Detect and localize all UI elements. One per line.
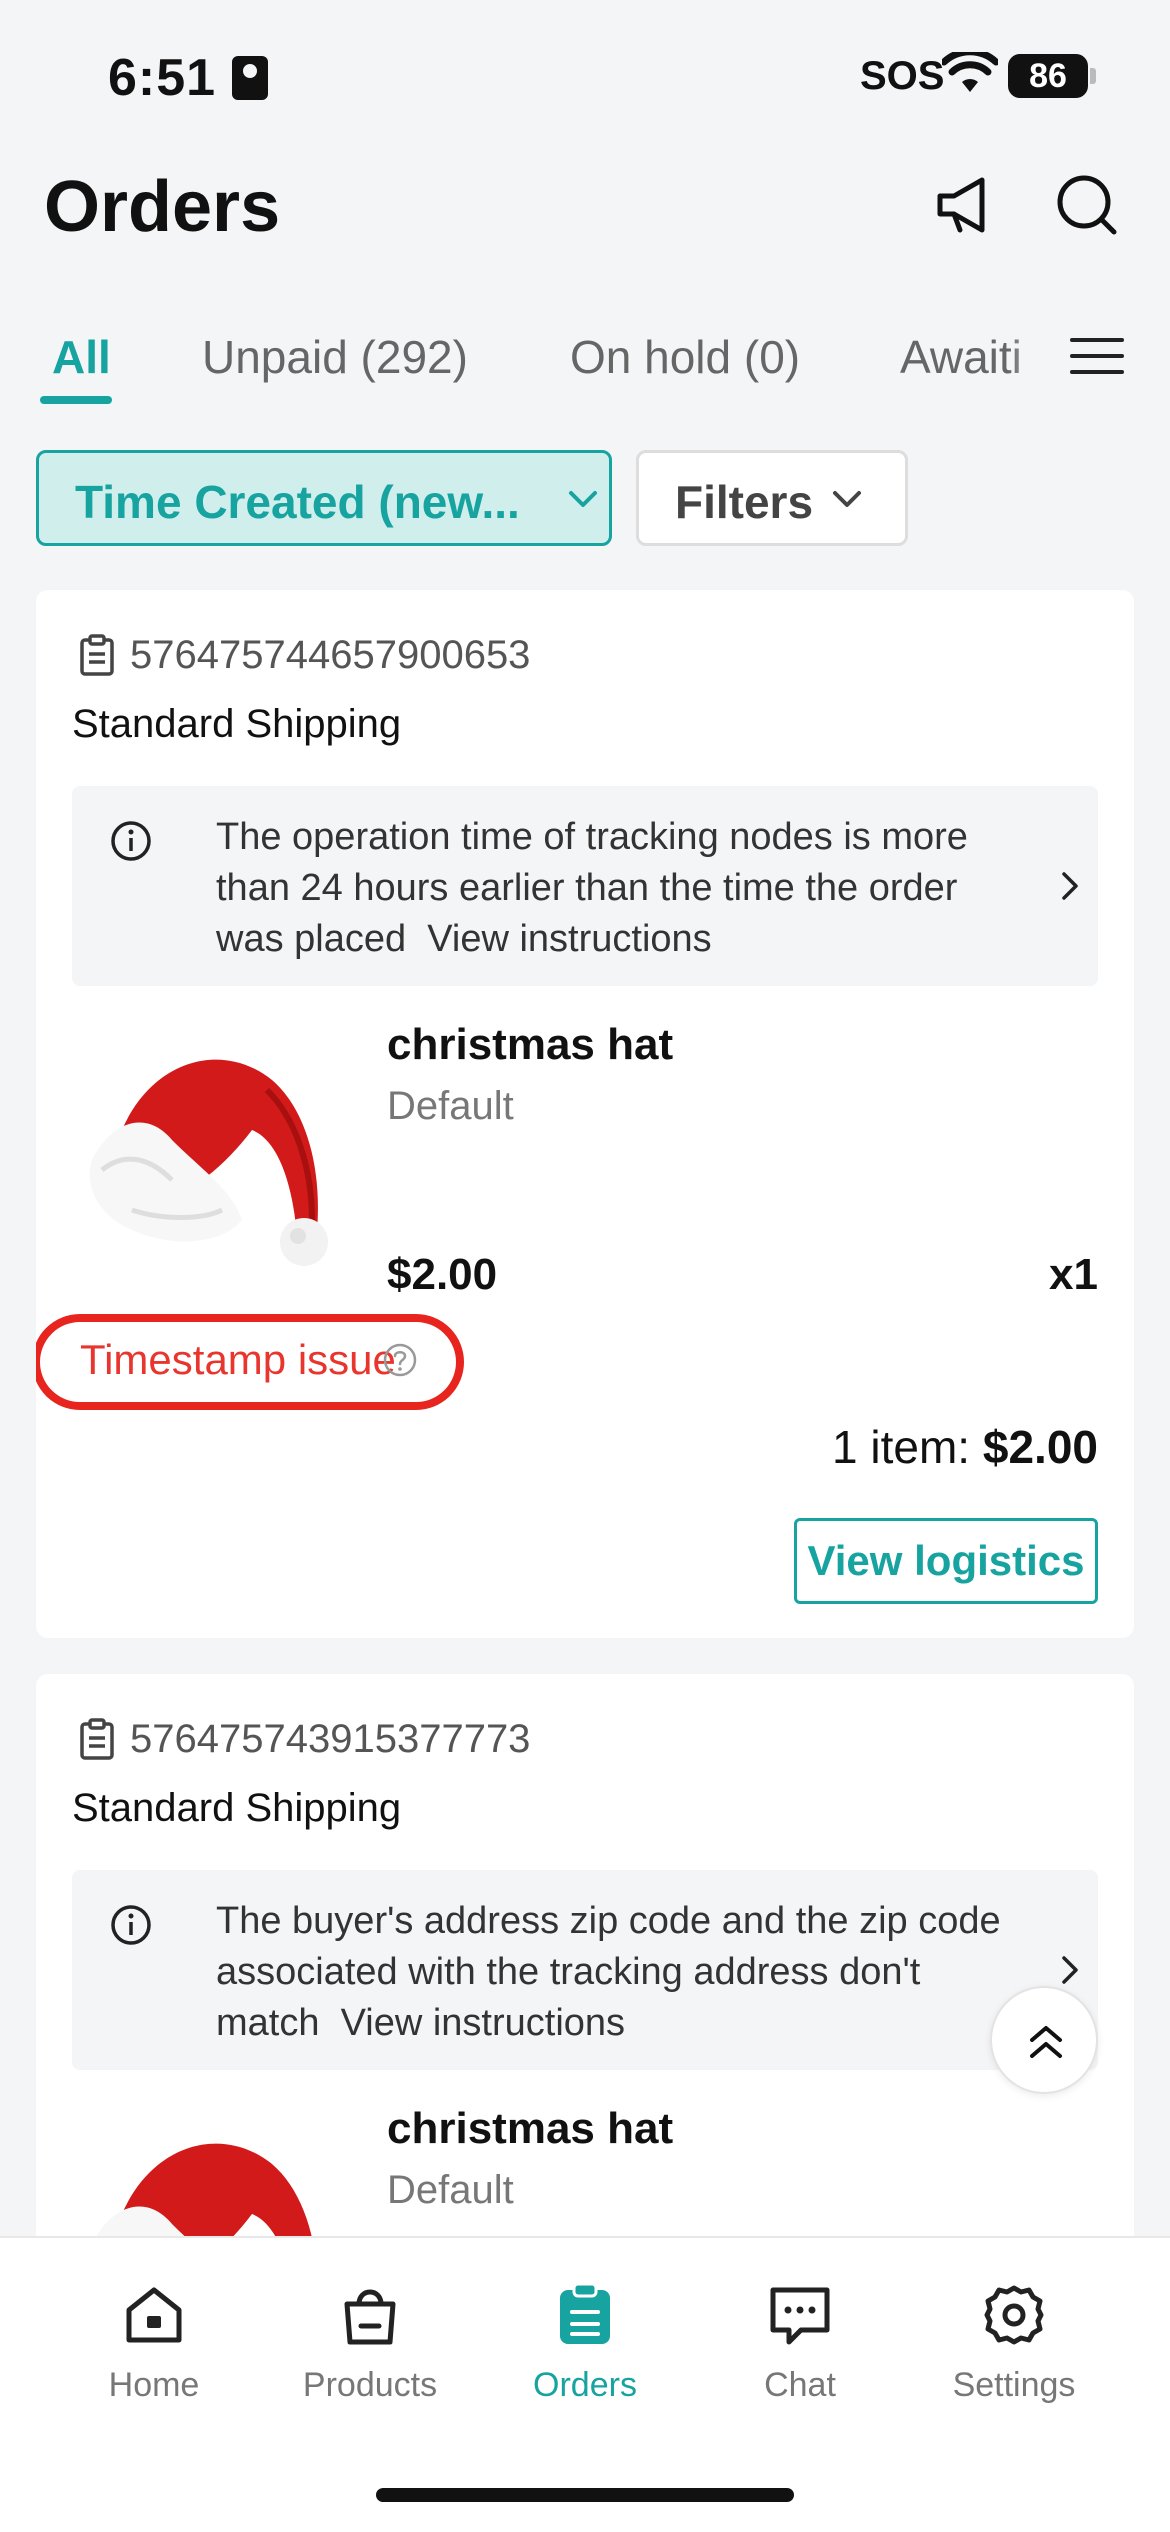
nav-chat-label: Chat xyxy=(764,2366,836,2404)
order-id[interactable]: 576475743915377773 xyxy=(130,1717,530,1762)
person-icon xyxy=(232,56,268,100)
shipping-method: Standard Shipping xyxy=(72,1786,402,1830)
battery-indicator: 86 xyxy=(1008,54,1096,98)
view-instructions-link[interactable]: View instructions xyxy=(427,918,711,960)
scroll-to-top-button[interactable] xyxy=(990,1986,1098,2094)
nav-settings[interactable]: Settings xyxy=(914,2282,1114,2442)
product-price: $2.00 xyxy=(387,1250,498,1299)
issue-label[interactable]: Timestamp issue xyxy=(80,1336,396,1384)
info-icon xyxy=(111,821,151,861)
search-icon[interactable] xyxy=(1052,170,1122,240)
nav-home[interactable]: Home xyxy=(54,2282,254,2442)
bag-icon xyxy=(344,2289,396,2345)
issue-highlight: Timestamp issue xyxy=(36,1314,464,1410)
notice-text: The buyer's address zip code and the zip… xyxy=(216,1896,1006,2049)
order-id[interactable]: 576475744657900653 xyxy=(130,633,530,678)
tab-all[interactable]: All xyxy=(52,330,111,384)
status-sos: SOS xyxy=(860,54,945,98)
nav-home-label: Home xyxy=(108,2366,200,2404)
gear-icon xyxy=(984,2285,1044,2345)
nav-products-label: Products xyxy=(302,2366,438,2404)
tab-awaiting[interactable]: Awaiti xyxy=(900,330,1022,384)
order-id-row: 576475743915377773 xyxy=(78,1714,530,1764)
wifi-icon xyxy=(942,52,998,92)
shipping-method: Standard Shipping xyxy=(72,702,402,746)
orders-icon xyxy=(560,2282,610,2344)
tab-unpaid[interactable]: Unpaid (292) xyxy=(202,330,468,384)
filters-label: Filters xyxy=(675,476,814,528)
product-variant: Default xyxy=(387,1084,514,1128)
product-variant: Default xyxy=(387,2168,514,2212)
nav-orders-label: Orders xyxy=(533,2366,637,2404)
order-notice[interactable]: The operation time of tracking nodes is … xyxy=(72,786,1098,986)
chevron-down-icon xyxy=(833,491,861,507)
tab-fade xyxy=(1010,320,1050,410)
home-indicator[interactable] xyxy=(376,2488,794,2502)
clipboard-icon xyxy=(80,634,114,676)
total-amount: $2.00 xyxy=(982,1421,1098,1473)
sort-dropdown[interactable]: Time Created (new... xyxy=(36,450,612,546)
double-chevron-up-icon xyxy=(1030,2026,1062,2058)
order-total: 1 item: $2.00 xyxy=(832,1420,1098,1474)
filters-dropdown[interactable]: Filters xyxy=(636,450,908,546)
order-notice[interactable]: The buyer's address zip code and the zip… xyxy=(72,1870,1098,2070)
home-icon xyxy=(126,2287,182,2343)
order-card[interactable]: 576475743915377773 Standard Shipping The… xyxy=(36,1674,1134,2274)
sort-label: Time Created (new... xyxy=(75,476,520,528)
nav-settings-label: Settings xyxy=(952,2366,1076,2404)
page-title: Orders xyxy=(44,167,281,247)
product-name[interactable]: christmas hat xyxy=(387,1020,673,1070)
info-icon xyxy=(111,1905,151,1945)
chat-icon xyxy=(770,2287,830,2345)
status-bar: 6:51 SOS 86 xyxy=(0,0,1170,150)
help-icon[interactable] xyxy=(382,1342,418,1378)
total-prefix: 1 item: xyxy=(832,1421,983,1473)
product-name[interactable]: christmas hat xyxy=(387,2104,673,2154)
nav-orders[interactable]: Orders xyxy=(485,2282,685,2442)
chevron-right-icon xyxy=(1062,872,1078,900)
order-card[interactable]: 576475744657900653 Standard Shipping The… xyxy=(36,590,1134,1638)
product-quantity: x1 xyxy=(1049,1250,1098,1299)
product-image[interactable] xyxy=(72,1020,332,1280)
tab-active-indicator xyxy=(40,396,112,404)
menu-icon[interactable] xyxy=(1070,330,1124,384)
notice-text: The operation time of tracking nodes is … xyxy=(216,812,1006,965)
clipboard-icon xyxy=(80,1718,114,1760)
view-logistics-button[interactable]: View logistics xyxy=(794,1518,1098,1604)
megaphone-icon[interactable] xyxy=(930,170,1000,240)
chevron-right-icon xyxy=(1062,1956,1078,1984)
order-tabs: All Unpaid (292) On hold (0) Awaiti xyxy=(0,320,1170,410)
chevron-down-icon xyxy=(569,491,597,507)
order-id-row: 576475744657900653 xyxy=(78,630,530,680)
nav-chat[interactable]: Chat xyxy=(700,2282,900,2442)
status-time: 6:51 xyxy=(108,49,217,107)
view-instructions-link[interactable]: View instructions xyxy=(341,2002,625,2044)
nav-products[interactable]: Products xyxy=(270,2282,470,2442)
tab-on-hold[interactable]: On hold (0) xyxy=(570,330,800,384)
